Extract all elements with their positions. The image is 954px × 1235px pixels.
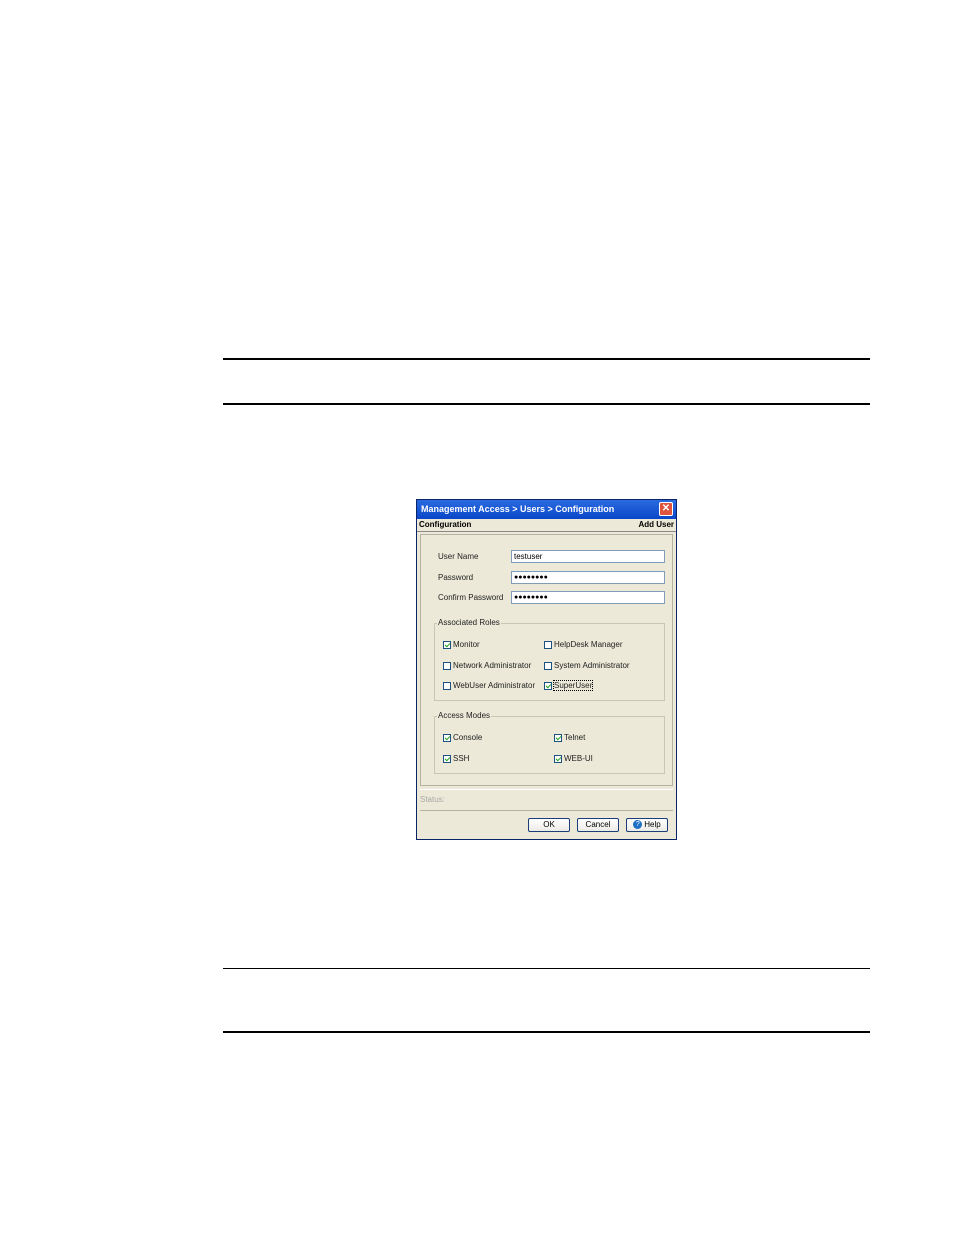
role-monitor-checkbox[interactable]: Monitor	[443, 640, 480, 650]
help-button-label: Help	[644, 820, 661, 829]
checkbox-checked-icon	[443, 734, 451, 742]
access-modes-title: Access Modes	[437, 711, 492, 720]
checkbox-unchecked-icon	[544, 662, 552, 670]
horizontal-rule	[223, 968, 870, 969]
access-modes-group: Access Modes Console Telnet SSH WEB-UI	[434, 711, 665, 774]
role-system-admin-checkbox[interactable]: System Administrator	[544, 661, 630, 671]
mode-webui-checkbox[interactable]: WEB-UI	[554, 754, 593, 764]
checkbox-checked-icon	[443, 641, 451, 649]
button-bar: OK Cancel ? Help	[420, 810, 673, 837]
config-panel: User Name testuser Password ●●●●●●●● Con…	[420, 534, 673, 786]
checkbox-unchecked-icon	[443, 662, 451, 670]
help-icon: ?	[633, 820, 643, 830]
user-config-dialog: Management Access > Users > Configuratio…	[416, 499, 677, 840]
checkbox-checked-icon	[554, 755, 562, 763]
password-label: Password	[438, 573, 474, 582]
associated-roles-group: Associated Roles Monitor HelpDesk Manage…	[434, 618, 665, 701]
horizontal-rule	[223, 403, 870, 405]
checkbox-checked-icon	[443, 755, 451, 763]
confirm-password-label: Confirm Password	[438, 593, 504, 602]
dialog-title: Management Access > Users > Configuratio…	[421, 504, 615, 514]
checkbox-checked-icon	[544, 682, 552, 690]
confirm-password-input[interactable]: ●●●●●●●●	[511, 591, 665, 604]
subheader-right: Add User	[638, 520, 674, 529]
role-network-admin-checkbox[interactable]: Network Administrator	[443, 661, 531, 671]
cancel-button[interactable]: Cancel	[577, 818, 619, 832]
password-input[interactable]: ●●●●●●●●	[511, 571, 665, 584]
role-superuser-checkbox[interactable]: SuperUser	[544, 680, 594, 691]
mode-telnet-checkbox[interactable]: Telnet	[554, 733, 585, 743]
mode-console-checkbox[interactable]: Console	[443, 733, 482, 743]
username-label: User Name	[438, 552, 479, 561]
close-icon[interactable]: ✕	[659, 502, 673, 516]
dialog-subheader: Configuration Add User	[417, 519, 676, 532]
role-helpdesk-manager-checkbox[interactable]: HelpDesk Manager	[544, 640, 622, 650]
mode-ssh-checkbox[interactable]: SSH	[443, 754, 469, 764]
role-webuser-admin-checkbox[interactable]: WebUser Administrator	[443, 681, 535, 691]
help-button[interactable]: ? Help	[626, 818, 668, 832]
subheader-left: Configuration	[419, 520, 472, 529]
associated-roles-title: Associated Roles	[437, 618, 501, 627]
dialog-titlebar[interactable]: Management Access > Users > Configuratio…	[417, 500, 676, 519]
status-label: Status:	[420, 795, 445, 804]
horizontal-rule	[223, 358, 870, 360]
ok-button[interactable]: OK	[528, 818, 570, 832]
status-bar: Status:	[420, 789, 673, 809]
username-input[interactable]: testuser	[511, 550, 665, 563]
horizontal-rule	[223, 1031, 870, 1033]
checkbox-unchecked-icon	[443, 682, 451, 690]
checkbox-unchecked-icon	[544, 641, 552, 649]
checkbox-checked-icon	[554, 734, 562, 742]
